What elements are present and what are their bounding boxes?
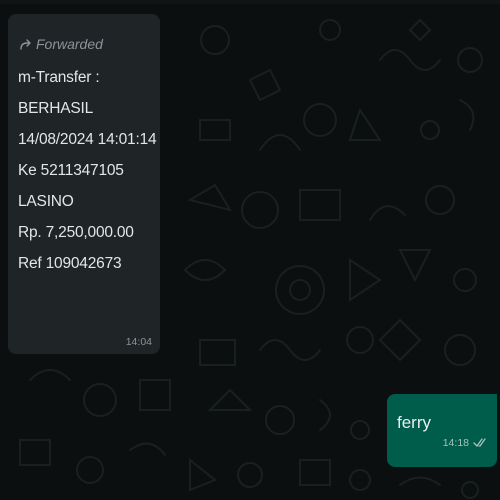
forward-arrow-icon xyxy=(18,37,33,52)
message-timestamp: 14:04 xyxy=(125,336,152,348)
message-line: Ke 5211347105 xyxy=(18,162,124,179)
outgoing-message-bubble[interactable]: ferry 14:18 xyxy=(387,394,497,467)
message-line: Ref 109042673 xyxy=(18,255,122,272)
top-edge xyxy=(0,0,500,4)
message-line: m-Transfer : xyxy=(18,69,100,86)
incoming-message-bubble[interactable]: Forwarded m-Transfer : BERHASIL 14/08/20… xyxy=(8,14,160,354)
forwarded-label-row: Forwarded xyxy=(18,34,150,54)
message-line: Rp. 7,250,000.00 xyxy=(18,224,134,241)
message-line: BERHASIL xyxy=(18,100,94,117)
double-check-icon xyxy=(473,438,487,448)
message-meta: 14:18 xyxy=(443,437,487,449)
forwarded-label: Forwarded xyxy=(36,36,103,52)
message-text: ferry xyxy=(397,413,431,432)
message-timestamp: 14:18 xyxy=(442,437,469,449)
message-line: LASINO xyxy=(18,193,74,210)
message-line: 14/08/2024 14:01:14 xyxy=(18,131,157,148)
